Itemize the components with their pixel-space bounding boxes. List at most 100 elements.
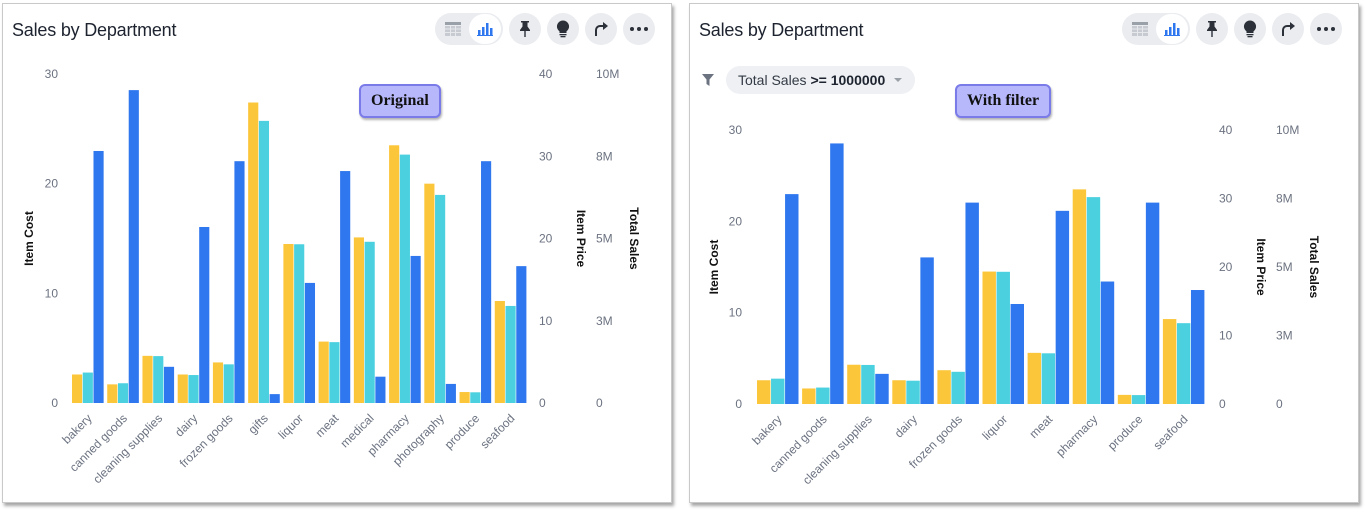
bar-item-price[interactable] [82,372,93,403]
bar-total-sales[interactable] [234,161,245,403]
bar-total-sales[interactable] [965,202,979,404]
item-price-axis-tick: 10 [539,314,553,328]
total-sales-axis-title: Total Sales [1307,236,1321,299]
bar-item-cost[interactable] [1072,189,1087,404]
bar-chart-original: 0 10 20 30 0 10 20 30 40 0 3M 5M 8M 10M Item Cost Item … [22,67,641,486]
bar-item-price[interactable] [861,364,875,404]
item-price-axis-tick: 20 [539,232,553,246]
bar-total-sales[interactable] [410,255,421,403]
bar-total-sales[interactable] [340,171,351,403]
bar-item-cost[interactable] [802,388,816,404]
bar-item-cost[interactable] [459,392,470,403]
bar-item-price[interactable] [470,392,481,403]
chart-panel-filtered: Sales by Department Total Sales >= 10000… [689,3,1359,503]
bar-total-sales[interactable] [1055,210,1070,404]
bar-item-price[interactable] [1041,353,1056,404]
chart-panel-original: Sales by Department Original 0 10 20 30 0 10 2… [2,3,672,503]
bar-item-cost[interactable] [937,370,951,404]
bar-item-price[interactable] [1131,395,1146,404]
bar-item-price[interactable] [364,241,375,403]
left-axis-tick: 10 [45,286,59,300]
left-axis-tick: 30 [729,123,743,137]
bar-item-cost[interactable] [1162,319,1177,404]
bar-item-price[interactable] [816,387,830,404]
total-sales-axis-tick: 0 [1276,397,1283,411]
bar-total-sales[interactable] [199,226,210,403]
item-price-axis-tick: 30 [539,149,553,163]
bar-item-cost[interactable] [318,341,329,403]
bar-total-sales[interactable] [445,383,456,403]
x-axis-label: produce [442,411,483,452]
left-axis-tick: 20 [729,214,743,228]
bar-item-price[interactable] [1176,323,1191,404]
bar-total-sales[interactable] [93,150,104,403]
bar-item-cost[interactable] [212,362,224,403]
bar-item-cost[interactable] [982,271,996,404]
x-axis-label: produce [1105,412,1146,453]
bar-item-cost[interactable] [892,380,906,404]
total-sales-axis-tick: 5M [596,232,613,246]
total-sales-axis-tick: 5M [1276,260,1293,274]
bar-item-price[interactable] [153,356,164,403]
bar-item-cost[interactable] [424,183,435,403]
bar-item-price[interactable] [771,378,785,404]
bar-item-price[interactable] [329,342,340,403]
bar-item-price[interactable] [951,371,965,404]
bar-item-price[interactable] [294,244,305,403]
bar-total-sales[interactable] [1145,202,1160,404]
bar-item-price[interactable] [188,375,199,403]
bar-total-sales[interactable] [830,143,844,404]
bar-item-price[interactable] [996,271,1010,404]
item-price-axis-tick: 0 [1219,397,1226,411]
x-axis-label: meat [1027,412,1056,441]
bar-total-sales[interactable] [304,282,316,403]
bar-item-cost[interactable] [1027,352,1042,404]
bar-total-sales[interactable] [785,194,799,404]
bar-item-price[interactable] [505,305,516,403]
bar-item-price[interactable] [117,383,129,403]
total-sales-axis-tick: 8M [1276,192,1293,206]
total-sales-axis-tick: 0 [596,396,603,410]
bar-total-sales[interactable] [516,266,527,403]
bar-item-cost[interactable] [353,237,364,403]
bar-total-sales[interactable] [875,373,889,404]
bar-item-cost[interactable] [248,102,259,403]
bar-item-cost[interactable] [283,243,294,403]
bar-item-cost[interactable] [107,384,118,403]
bar-item-price[interactable] [399,154,410,403]
left-axis-tick: 0 [51,396,58,410]
x-axis-label: pharmacy [1053,412,1100,459]
bar-item-cost[interactable] [389,145,400,404]
bar-total-sales[interactable] [269,394,280,403]
bar-total-sales[interactable] [375,376,386,403]
total-sales-axis-tick: 10M [596,67,619,81]
bar-item-cost[interactable] [177,374,188,403]
bar-total-sales[interactable] [163,366,175,403]
bar-total-sales[interactable] [1010,303,1024,404]
bar-total-sales[interactable] [481,161,492,403]
bar-item-cost[interactable] [1117,394,1132,404]
bar-total-sales[interactable] [920,257,934,404]
item-price-axis-title: Item Price [1254,238,1268,296]
bar-item-cost[interactable] [757,380,771,404]
bar-item-cost[interactable] [847,364,861,404]
x-axis-label: gifts [245,411,270,436]
bar-item-price[interactable] [435,194,446,403]
bar-item-price[interactable] [223,364,234,403]
x-axis-label: dairy [892,412,920,440]
bar-item-cost[interactable] [72,374,83,403]
bar-total-sales[interactable] [128,90,139,403]
x-axis-label: seafood [1150,412,1190,452]
bar-item-price[interactable] [906,380,920,404]
bar-item-price[interactable] [258,120,270,403]
bar-item-cost[interactable] [142,355,153,403]
total-sales-axis-tick: 10M [1276,123,1299,137]
bar-total-sales[interactable] [1100,281,1115,404]
total-sales-axis-tick: 3M [596,314,613,328]
bar-item-cost[interactable] [494,301,505,403]
bar-total-sales[interactable] [1190,290,1205,404]
item-price-axis-tick: 20 [1219,260,1233,274]
total-sales-axis-title: Total Sales [627,207,641,270]
bar-item-price[interactable] [1086,197,1101,404]
item-price-axis-tick: 0 [539,396,546,410]
